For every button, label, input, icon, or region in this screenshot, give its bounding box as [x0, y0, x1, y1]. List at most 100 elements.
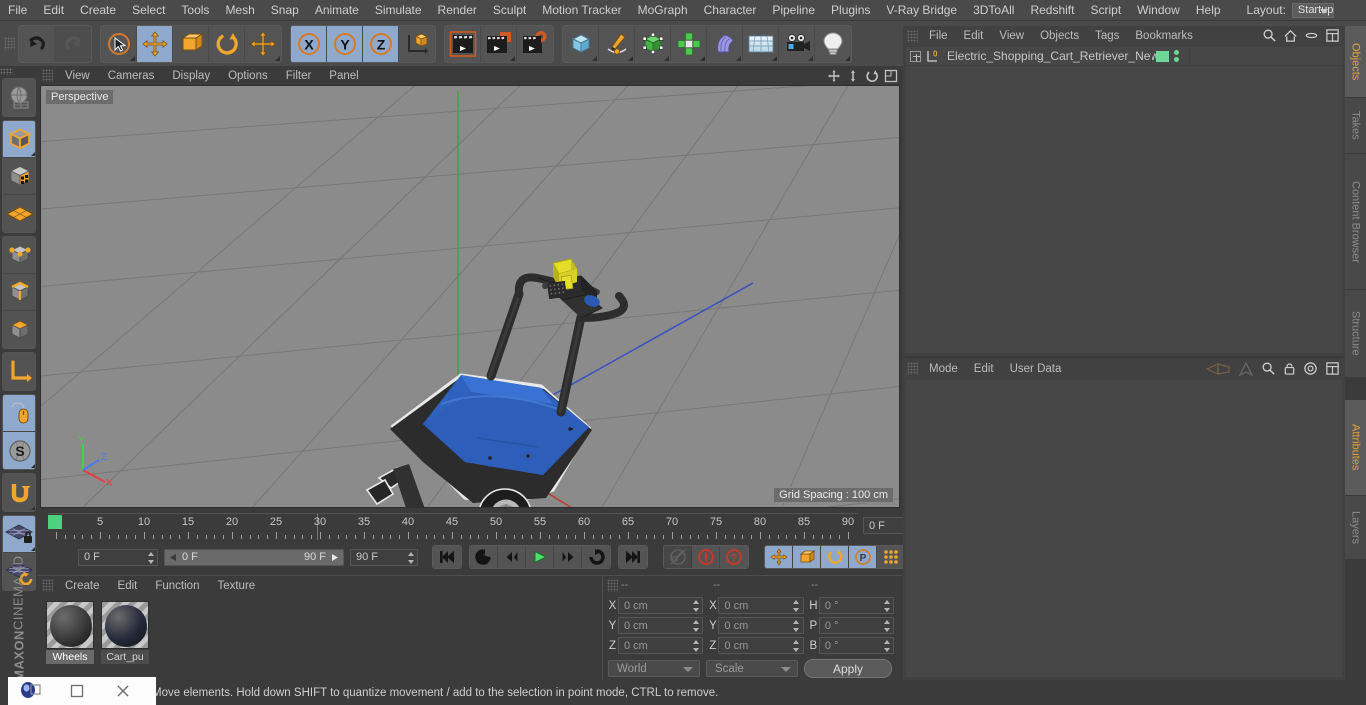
menu-create[interactable]: Create	[72, 2, 124, 18]
edges-mode-button[interactable]	[3, 274, 35, 311]
coordinate-field-position[interactable]: 0 cm	[618, 617, 704, 634]
viewport-menu-cameras[interactable]: Cameras	[99, 70, 164, 82]
move-tool-button[interactable]	[137, 25, 173, 62]
dock-tab-content-browser[interactable]: Content Browser	[1345, 154, 1366, 290]
max-frame-field[interactable]: 90 F	[350, 548, 418, 566]
object-menu-objects[interactable]: Objects	[1032, 30, 1087, 42]
menu-script[interactable]: Script	[1082, 2, 1129, 18]
menu-character[interactable]: Character	[696, 2, 765, 18]
parameter-key-button[interactable]: P	[849, 546, 877, 568]
lock-icon[interactable]	[1283, 361, 1296, 376]
viewport-grip[interactable]	[42, 69, 53, 82]
menu-window[interactable]: Window	[1129, 2, 1188, 18]
texture-mode-button[interactable]	[3, 158, 35, 195]
attributes-grip[interactable]	[907, 362, 918, 375]
polygons-mode-button[interactable]	[3, 311, 35, 348]
left-toolbar-grip[interactable]	[0, 68, 13, 75]
render-settings-button[interactable]	[517, 25, 553, 62]
redo-button[interactable]	[55, 25, 91, 62]
viewport-menu-filter[interactable]: Filter	[277, 70, 321, 82]
menu-animate[interactable]: Animate	[307, 2, 367, 18]
previous-frame-button[interactable]	[498, 546, 526, 568]
spinner-icon[interactable]	[883, 640, 890, 652]
position-key-button[interactable]	[765, 546, 793, 568]
spinner-icon[interactable]	[793, 600, 800, 612]
next-key-button[interactable]	[582, 546, 610, 568]
menu-render[interactable]: Render	[430, 2, 485, 18]
menu-select[interactable]: Select	[124, 2, 173, 18]
visibility-dots-icon[interactable]	[1174, 50, 1179, 62]
material-menu-texture[interactable]: Texture	[208, 580, 264, 592]
minimize-icon[interactable]	[1304, 28, 1319, 43]
rotate-tool-button[interactable]	[209, 25, 245, 62]
material-thumbnail[interactable]	[101, 601, 149, 649]
next-nav-icon[interactable]	[1238, 361, 1254, 376]
range-left-arrow-icon[interactable]	[169, 553, 178, 562]
menu-mesh[interactable]: Mesh	[217, 2, 262, 18]
viewport-3d[interactable]: Perspective Grid Spacing : 100 cm Y X Z	[40, 85, 900, 508]
snap-button[interactable]: S	[3, 432, 35, 469]
coordinates-grip[interactable]	[607, 578, 618, 592]
material-menu-function[interactable]: Function	[146, 580, 208, 592]
rotate-view-icon[interactable]	[865, 69, 879, 83]
autokeying-button[interactable]	[664, 546, 692, 568]
point-level-animation-button[interactable]	[877, 546, 905, 568]
coordinate-field-size[interactable]: 0 cm	[718, 637, 804, 654]
points-mode-button[interactable]	[3, 237, 35, 274]
viewport-menu-panel[interactable]: Panel	[320, 70, 367, 82]
home-icon[interactable]	[1283, 28, 1298, 43]
dock-tab-objects[interactable]: Objects	[1345, 26, 1366, 98]
spinner-icon[interactable]	[793, 640, 800, 652]
viewport-menu-view[interactable]: View	[56, 70, 99, 82]
undo-view-button[interactable]	[3, 474, 35, 511]
menu-simulate[interactable]: Simulate	[367, 2, 430, 18]
viewport-menu-options[interactable]: Options	[219, 70, 277, 82]
dock-tab-layers[interactable]: Layers	[1345, 496, 1366, 560]
menu-help[interactable]: Help	[1188, 2, 1229, 18]
material-item[interactable]: Wheels	[46, 601, 94, 664]
object-menu-file[interactable]: File	[921, 30, 956, 42]
current-frame-marker[interactable]	[48, 515, 62, 529]
coordinate-field-rotation[interactable]: 0 °	[818, 617, 894, 634]
apply-button[interactable]: Apply	[804, 659, 892, 678]
model-mode-button[interactable]	[3, 121, 35, 158]
menu-snap[interactable]: Snap	[263, 2, 307, 18]
make-editable-button[interactable]	[3, 79, 35, 116]
enable-axis-button[interactable]	[3, 353, 35, 390]
maximize-icon[interactable]	[1325, 28, 1340, 43]
render-to-picture-viewer-button[interactable]	[481, 25, 517, 62]
play-button[interactable]	[526, 546, 554, 568]
object-grip[interactable]	[907, 29, 918, 43]
layout-dropdown[interactable]: Startup	[1291, 2, 1335, 18]
spinner-icon[interactable]	[147, 551, 154, 564]
expand-icon[interactable]	[910, 50, 921, 62]
object-menu-view[interactable]: View	[991, 30, 1032, 42]
menu-file[interactable]: File	[0, 2, 35, 18]
coordinate-field-position[interactable]: 0 cm	[618, 597, 704, 614]
move-alt-button[interactable]	[245, 25, 281, 62]
search-icon[interactable]	[1262, 28, 1277, 43]
timeline-ruler[interactable]: 051015202530354045505560657075808590	[48, 513, 858, 540]
range-right-arrow-icon[interactable]	[330, 553, 339, 562]
pan-icon[interactable]	[827, 69, 841, 83]
preview-range-slider[interactable]: 0 F 90 F	[164, 548, 344, 566]
coordinate-field-size[interactable]: 0 cm	[718, 617, 804, 634]
axis-x-button[interactable]: X	[291, 25, 327, 62]
workplane-button[interactable]	[3, 195, 35, 232]
coordinate-system-dropdown[interactable]: World	[608, 660, 700, 677]
render-view-button[interactable]	[445, 25, 481, 62]
maximize-icon[interactable]	[1325, 361, 1340, 376]
add-environment-button[interactable]	[743, 25, 779, 62]
add-camera-button[interactable]	[779, 25, 815, 62]
minimize-icon[interactable]	[54, 677, 100, 705]
go-to-end-button[interactable]	[619, 546, 647, 568]
rotation-key-button[interactable]	[821, 546, 849, 568]
dock-tab-attributes[interactable]: Attributes	[1345, 400, 1366, 496]
menu-3dtoall[interactable]: 3DToAll	[965, 2, 1022, 18]
spinner-icon[interactable]	[883, 620, 890, 632]
object-tree[interactable]: 0 Electric_Shopping_Cart_Retriever_New	[906, 47, 1342, 353]
menu-sculpt[interactable]: Sculpt	[485, 2, 534, 18]
go-to-start-button[interactable]	[433, 546, 461, 568]
next-frame-button[interactable]	[554, 546, 582, 568]
spinner-icon[interactable]	[883, 600, 890, 612]
